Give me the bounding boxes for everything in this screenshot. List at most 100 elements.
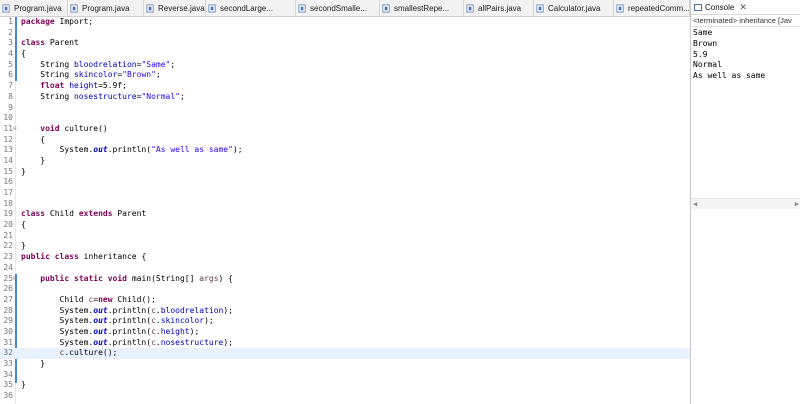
code-line: 13 System.out.println("As well as same")… (0, 145, 690, 156)
scroll-right-icon[interactable]: ▶ (795, 200, 799, 208)
code-line: 34 (0, 370, 690, 381)
code-text: } (21, 380, 26, 390)
line-number: 19 (3, 209, 13, 219)
line-number: 23 (3, 252, 13, 262)
line-number: 7 (8, 81, 13, 91)
code-line: 33 } (0, 359, 690, 370)
line-number: 33 (3, 359, 13, 368)
code-text: } (21, 359, 46, 368)
console-output-line: 5.9 (693, 49, 708, 59)
code-line: 31 System.out.println(c.nosestructure); (0, 338, 690, 349)
console-icon (694, 3, 702, 11)
line-number: 3 (8, 38, 13, 48)
console-horizontal-scrollbar[interactable]: ◀ ▶ (691, 198, 800, 209)
editor-tab-label: repeatedComm... (628, 3, 690, 13)
line-number: 32 (3, 348, 13, 358)
editor-tab-label: allPairs.java (478, 3, 522, 13)
code-text: } (21, 241, 26, 251)
code-text: c.culture(); (59, 348, 118, 358)
code-text: package Import; (21, 17, 94, 26)
java-file-icon (466, 3, 474, 13)
code-text: String bloodrelation="Same"; (21, 59, 176, 69)
editor-tab-label: smallestRepe... (394, 3, 450, 13)
code-text: System.out.println(c.bloodrelation); (21, 305, 233, 315)
scroll-left-icon[interactable]: ◀ (693, 200, 697, 208)
code-line: 20 { (0, 220, 690, 231)
console-tab[interactable]: Console ✕ (691, 0, 800, 15)
code-lines: 1 package Import; 2 3 class Parent 4{5 String… (0, 17, 690, 402)
editor-tab[interactable]: Calculator.java (534, 0, 614, 16)
line-number: 22 (3, 241, 13, 251)
code-editor[interactable]: 1 package Import; 2 3 class Parent 4{5 String… (0, 17, 690, 404)
code-line: 2 (0, 28, 690, 39)
code-text: System.out.println(c.nosestructure); (21, 337, 233, 347)
java-file-icon (208, 3, 216, 13)
close-icon[interactable]: ✕ (739, 2, 747, 13)
code-line: 1 package Import; (0, 17, 690, 28)
code-text: public class inheritance { (21, 252, 147, 262)
code-line: 19 class Child extends Parent (0, 209, 690, 220)
console-tab-label: Console (705, 2, 735, 12)
console-output-line: As well as same (693, 71, 766, 81)
console-status: <terminated> inheritance [Jav (691, 15, 800, 27)
code-text: System.out.println(c.height); (21, 326, 200, 336)
code-line: 7 float height=5.9f; (0, 81, 690, 92)
editor-tab-label: secondSmalle... (310, 3, 367, 13)
editor-tab[interactable]: secondLarge... (206, 0, 296, 16)
editor-tab[interactable]: secondSmalle... (296, 0, 380, 16)
console-output[interactable]: Same Brown 5.9 Normal As well as same (691, 27, 800, 82)
code-line: 8 String nosestructure="Normal"; (0, 92, 690, 103)
java-file-icon (536, 3, 544, 13)
code-line: 32 c.culture(); (0, 348, 690, 359)
fold-toggle-icon[interactable]: ⊖ (13, 124, 17, 135)
code-text: class Child extends Parent (21, 209, 147, 219)
line-number: 28 (3, 305, 13, 315)
code-text: class Parent (21, 38, 79, 48)
console-output-line: Normal (693, 60, 722, 70)
editor-tab[interactable]: allPairs.java (464, 0, 534, 16)
java-file-icon (70, 3, 78, 13)
line-number: 15 (3, 166, 13, 176)
java-file-icon (298, 3, 306, 13)
code-text: } (21, 155, 46, 165)
code-line: 36 (0, 391, 690, 402)
line-number: 4 (8, 49, 13, 59)
line-number: 30 (3, 326, 13, 336)
code-text: Child c=new Child(); (21, 294, 156, 304)
line-number: 13 (3, 145, 13, 155)
editor-tab[interactable]: smallestRepe... (380, 0, 464, 16)
code-line: 26 (0, 284, 690, 295)
editor-tab[interactable]: Program.java (0, 0, 68, 16)
java-file-icon (146, 3, 154, 13)
console-view: Console ✕ <terminated> inheritance [Jav … (690, 0, 800, 404)
code-line: 35} (0, 380, 690, 391)
editor-tab[interactable]: Program.java (68, 0, 144, 16)
code-text: float height=5.9f; (40, 81, 127, 91)
line-number: 8 (8, 91, 13, 101)
code-line: 30 System.out.println(c.height); (0, 327, 690, 338)
code-line: 11 ⊖ void culture() (0, 124, 690, 135)
editor-tab[interactable]: repeatedComm... (614, 0, 690, 16)
line-number: 18 (3, 198, 13, 208)
code-line: 10 (0, 113, 690, 124)
code-line: 9 (0, 103, 690, 114)
code-text: { (21, 134, 46, 144)
fold-toggle-icon[interactable]: ⊖ (13, 274, 17, 285)
java-file-icon (616, 3, 624, 13)
line-number: 24 (3, 262, 13, 272)
editor-tab-label: Reverse.java (158, 3, 205, 13)
editor-tab[interactable]: Reverse.java (144, 0, 206, 16)
code-line: 22} (0, 241, 690, 252)
code-line: 6 String skincolor="Brown"; (0, 70, 690, 81)
code-text: System.out.println(c.skincolor); (21, 316, 214, 326)
line-number: 27 (3, 294, 13, 304)
code-line: 17 (0, 188, 690, 199)
line-number: 20 (3, 220, 13, 230)
code-line: 16 (0, 177, 690, 188)
line-number: 9 (8, 102, 13, 112)
code-line: 5 String bloodrelation="Same"; (0, 60, 690, 71)
code-text: void culture() (40, 123, 108, 133)
code-line: 27 Child c=new Child(); (0, 295, 690, 306)
code-text: { (21, 220, 26, 230)
code-text: String nosestructure="Normal"; (21, 91, 185, 101)
